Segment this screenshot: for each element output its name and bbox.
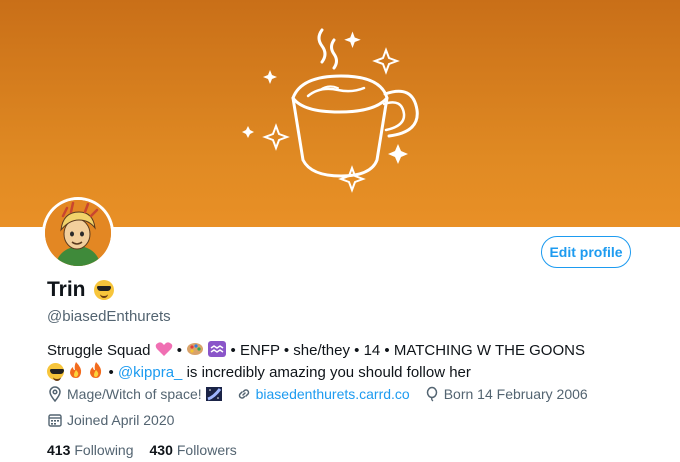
location-item: Mage/Witch of space! <box>47 386 222 402</box>
profile-bio: Struggle Squad • • ENFP • she/they • 14 … <box>47 340 647 383</box>
profile-joined-row: Joined April 2020 <box>47 412 174 428</box>
bio-text-follow: is incredibly amazing you should follow … <box>186 364 471 381</box>
location-pin-icon <box>49 386 61 402</box>
coffee-mug-doodle <box>242 28 419 193</box>
followers-label: Followers <box>176 442 237 458</box>
following-count: 413 <box>47 442 71 458</box>
fire-emoji <box>70 362 82 378</box>
website-link[interactable]: biasedenthurets.carrd.co <box>256 386 410 402</box>
followers-link[interactable]: 430 Followers <box>150 442 237 458</box>
joined-text: Joined April 2020 <box>67 412 175 428</box>
following-link[interactable]: 413 Following <box>47 442 134 458</box>
profile-handle: @biasedEnthurets <box>47 308 171 325</box>
milky-way-emoji <box>205 387 222 401</box>
follow-stats: 413 Following 430 Followers <box>47 442 237 458</box>
location-text: Mage/Witch of space! <box>67 386 202 402</box>
bio-separator: • <box>108 364 114 381</box>
profile-banner[interactable] <box>0 0 680 227</box>
avatar[interactable] <box>42 197 114 269</box>
bio-separator: • <box>176 342 183 359</box>
sparkling-heart-emoji <box>155 342 172 356</box>
calendar-icon <box>48 414 62 427</box>
artist-palette-emoji <box>187 343 204 355</box>
profile-meta-row: Mage/Witch of space! biasedenthurets.car… <box>47 386 588 402</box>
birthday-text: Born 14 February 2006 <box>443 386 588 402</box>
following-label: Following <box>74 442 134 458</box>
sunglasses-face-emoji <box>47 363 64 381</box>
birthday-item: Born 14 February 2006 <box>424 386 588 402</box>
balloon-icon <box>426 386 437 402</box>
sunglasses-face-emoji <box>93 280 114 300</box>
link-icon <box>238 389 249 399</box>
followers-count: 430 <box>149 442 173 458</box>
bio-text-struggle-squad: Struggle Squad <box>47 342 151 359</box>
avatar-illustration <box>45 200 111 266</box>
fire-emoji <box>90 362 102 378</box>
edit-profile-button[interactable]: Edit profile <box>541 236 631 268</box>
bio-mention-link[interactable]: @kippra_ <box>118 364 182 381</box>
profile-name-row: Trin <box>47 278 114 302</box>
aquarius-emoji <box>208 341 227 357</box>
website-item[interactable]: biasedenthurets.carrd.co <box>236 386 410 402</box>
profile-name: Trin <box>47 278 86 301</box>
joined-item: Joined April 2020 <box>47 412 174 428</box>
bio-text-details: • ENFP • she/they • 14 • MATCHING W THE … <box>230 342 585 359</box>
